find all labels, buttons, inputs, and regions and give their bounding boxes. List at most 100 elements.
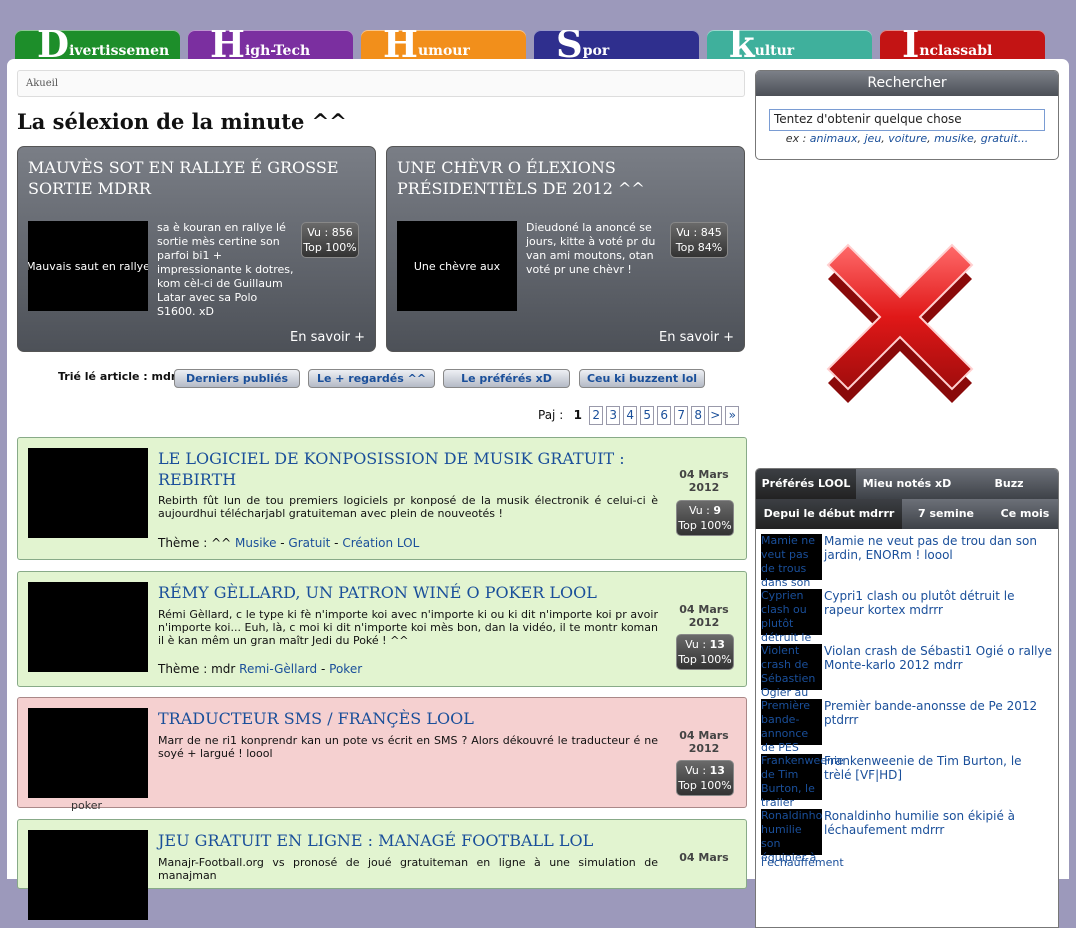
ranking-panel: Préférés LOOL Mieu notés xD Buzz Depui l… — [755, 468, 1059, 928]
tab-buzz[interactable]: Buzz — [958, 469, 1058, 499]
example-link[interactable]: animaux — [810, 132, 858, 145]
sort-latest-button[interactable]: Derniers publiés — [174, 369, 300, 388]
page-link-4[interactable]: 4 — [623, 406, 638, 425]
nav-tab-inclassable[interactable]: Inclassabl — [880, 30, 1045, 62]
top-score: Top 100% — [678, 653, 732, 666]
tag-link[interactable]: Musike — [235, 536, 276, 550]
item-thumbnail[interactable]: Cyprien clash ou plutôt détruit le — [761, 589, 822, 644]
read-more-link[interactable]: En savoir + — [659, 330, 734, 345]
item-title[interactable]: Violan crash de Sébasti1 Ogié o rallye M… — [824, 644, 1052, 672]
page-link-6[interactable]: 6 — [657, 406, 672, 425]
list-item[interactable]: Ronaldinho humilie son équipier à Ronaldi… — [761, 809, 1055, 864]
featured-title[interactable]: Mauvès sot en rallye é grosse sortie mdr… — [28, 157, 368, 199]
page-link-7[interactable]: 7 — [674, 406, 689, 425]
tab-week[interactable]: 7 semine — [902, 499, 990, 529]
view-prefix: Vu : — [685, 764, 707, 777]
article-thumbnail[interactable] — [28, 582, 148, 672]
list-item[interactable]: Violent crash de Sébastien Ogier au Viola… — [761, 644, 1055, 699]
date-day: 04 Mars — [679, 729, 729, 742]
article-theme: Thème : mdr Remi-Gèllard - Poker — [158, 662, 363, 676]
examples-prefix: ex : — [785, 132, 807, 145]
tag-link[interactable]: Poker — [329, 662, 362, 676]
sort-most-viewed-button[interactable]: Le + regardés ^^ — [308, 369, 435, 388]
article-text: Rebirth fût lun de tou premiers logiciel… — [158, 494, 658, 520]
item-title[interactable]: Frankenweenie de Tim Burton, le trèlé [V… — [824, 754, 1052, 782]
tab-month[interactable]: Ce mois — [990, 499, 1058, 529]
sort-favorites-button[interactable]: Le préférés xD — [443, 369, 570, 388]
featured-thumbnail[interactable]: Mauvais saut en rallye — [28, 221, 148, 311]
pagination-label: Paj : — [538, 408, 564, 422]
article-item[interactable]: Jeu gratuit en ligne : managé football l… — [17, 819, 747, 920]
date-day: 04 Mars — [679, 603, 729, 616]
article-thumbnail[interactable] — [28, 830, 148, 920]
tag-link[interactable]: Remi-Gèllard — [239, 662, 317, 676]
page-link-2[interactable]: 2 — [589, 406, 604, 425]
view-prefix: Vu : — [688, 504, 710, 517]
example-link[interactable]: voiture — [888, 132, 927, 145]
item-thumbnail[interactable]: Première bande-annonce de PES — [761, 699, 822, 754]
page-link-3[interactable]: 3 — [606, 406, 621, 425]
featured-title[interactable]: Une chèvr o élexions présidentièls de 20… — [397, 157, 737, 199]
last-page-link[interactable]: » — [725, 406, 740, 425]
search-input[interactable]: Tentez d'obtenir quelque chose — [769, 109, 1045, 131]
item-title[interactable]: Premièr bande-anonsse de Pe 2012 ptdrrr — [824, 699, 1052, 727]
view-number: 13 — [709, 638, 725, 651]
view-count-badge: Vu : 9 Top 100% — [676, 500, 734, 536]
item-title[interactable]: Cypri1 clash ou plutôt détruit le rapeur… — [824, 589, 1052, 617]
article-title[interactable]: Jeu gratuit en ligne : managé football l… — [158, 830, 628, 851]
list-item[interactable]: Frankenweenie de Tim Burton, le trailer F… — [761, 754, 1055, 809]
nav-tab-kultur[interactable]: kultur — [707, 30, 872, 62]
top-score: Top 100% — [678, 779, 732, 792]
nav-tab-sport[interactable]: Spor — [534, 30, 699, 62]
article-item[interactable]: Traducteur SMS / françès lool Marr de ne… — [17, 697, 747, 808]
nav-label: nclassabl — [919, 43, 993, 59]
item-title[interactable]: Mamie ne veut pas de trou dan son jardin… — [824, 534, 1052, 562]
list-item[interactable]: Mamie ne veut pas de trous dans son Mamie… — [761, 534, 1055, 589]
ranking-tabs-row2: Depui le début mdrrr 7 semine Ce mois — [756, 499, 1058, 529]
nav-tab-divertissement[interactable]: Divertissemen — [15, 30, 180, 62]
item-thumbnail[interactable]: Frankenweenie de Tim Burton, le trailer — [761, 754, 844, 809]
example-link[interactable]: gratuit... — [981, 132, 1028, 145]
view-count-badge: Vu : 13 Top 100% — [676, 760, 734, 796]
featured-card[interactable]: Une chèvr o élexions présidentièls de 20… — [386, 146, 745, 352]
nav-tab-high-tech[interactable]: High-Tech — [188, 30, 353, 62]
tab-top-rated[interactable]: Mieu notés xD — [856, 469, 958, 499]
current-page: 1 — [573, 408, 582, 422]
list-item[interactable]: Première bande-annonce de PES Premièr ban… — [761, 699, 1055, 754]
breadcrumb-home-link[interactable]: Akueil — [26, 78, 58, 89]
article-item[interactable]: Rémy Gèllard, un patron winé o poker loo… — [17, 571, 747, 687]
article-item[interactable]: Le logiciel de konposission de musik gra… — [17, 437, 747, 560]
example-link[interactable]: musike — [934, 132, 974, 145]
tag-link[interactable]: Gratuit — [288, 536, 330, 550]
tab-favorites[interactable]: Préférés LOOL — [756, 469, 856, 499]
featured-thumbnail[interactable]: Une chèvre aux — [397, 221, 517, 311]
item-thumbnail[interactable]: Violent crash de Sébastien Ogier au — [761, 644, 822, 699]
item-thumbnail[interactable]: Mamie ne veut pas de trous dans son — [761, 534, 822, 589]
ranking-tabs-row1: Préférés LOOL Mieu notés xD Buzz — [756, 469, 1058, 499]
read-more-link[interactable]: En savoir + — [290, 330, 365, 345]
search-panel: Rechercher Tentez d'obtenir quelque chos… — [755, 70, 1059, 160]
nav-tab-humour[interactable]: Humour — [361, 30, 526, 62]
page-link-5[interactable]: 5 — [640, 406, 655, 425]
tag-link[interactable]: Création LOL — [342, 536, 419, 550]
next-page-link[interactable]: > — [708, 406, 723, 425]
featured-card[interactable]: Mauvès sot en rallye é grosse sortie mdr… — [17, 146, 376, 352]
article-title[interactable]: Rémy Gèllard, un patron winé o poker loo… — [158, 582, 628, 603]
list-overflow-text: l'echauffement — [761, 856, 844, 869]
sort-buzz-button[interactable]: Ceu ki buzzent lol — [579, 369, 705, 388]
article-thumbnail[interactable] — [28, 448, 148, 538]
thumbnail-caption: poker — [71, 799, 102, 812]
nav-label: igh-Tech — [244, 43, 311, 59]
page-content: Akueil La sélexion de la minute ^^ Mauvè… — [7, 59, 1069, 928]
item-title[interactable]: Ronaldinho humilie son ékipié à léchaufe… — [824, 809, 1052, 837]
list-item[interactable]: Cyprien clash ou plutôt détruit le Cypri1… — [761, 589, 1055, 644]
tab-all-time[interactable]: Depui le début mdrrr — [756, 499, 902, 529]
article-title[interactable]: Traducteur SMS / françès lool — [158, 708, 628, 729]
view-count: Vu : 13 — [677, 763, 733, 778]
example-link[interactable]: jeu — [865, 132, 882, 145]
article-thumbnail[interactable] — [28, 708, 148, 798]
item-thumbnail[interactable]: Ronaldinho humilie son équipier à — [761, 809, 822, 864]
page-link-8[interactable]: 8 — [691, 406, 706, 425]
article-title[interactable]: Le logiciel de konposission de musik gra… — [158, 448, 628, 490]
nav-label: ultur — [754, 43, 795, 59]
